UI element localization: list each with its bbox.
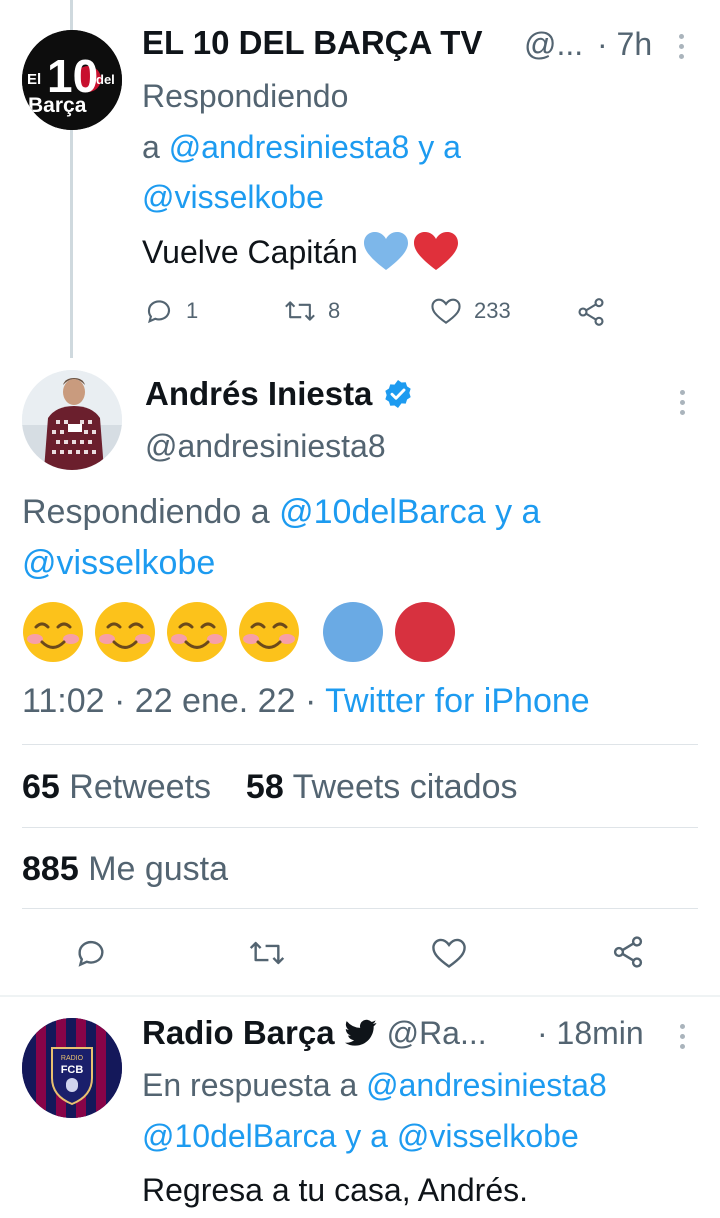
tweet2-retweet-button[interactable] [248,936,286,970]
tweet1-reply-prefix: Respondiendo [142,78,349,114]
mention-10delbarca[interactable]: @10delBarca [279,493,486,531]
heart-icon [431,298,461,324]
heart-icon [432,938,466,968]
divider [0,995,720,997]
tweet1-author-name[interactable]: EL 10 DEL BARÇA TV [142,24,482,62]
likes-stat[interactable]: 885 Me gusta [22,850,228,889]
tweet1-retweet-count: 8 [328,298,341,323]
tweet1-like-count: 233 [474,298,511,323]
red-circle-icon [395,602,455,662]
tweet3-reply-and: y a [345,1118,388,1154]
retweets-stat[interactable]: 65 Retweets [22,768,211,806]
tweet2-time: 11:02 [22,682,105,720]
tweet2-reply-and: y a [495,493,541,531]
tweet2-source-link[interactable]: Twitter for iPhone [325,682,590,720]
red-heart-icon [413,232,458,270]
tweet1-reply-and: y a [418,129,461,165]
tweet2-more-icon[interactable] [680,390,686,415]
tweet3-more-icon[interactable] [680,1024,686,1049]
quotes-stat[interactable]: 58 Tweets citados [246,768,518,806]
tweet1-reply-button[interactable]: 1 [144,296,198,326]
tweet2-emoji-row [22,601,456,663]
mention-visselkobe-2[interactable]: @visselkobe [22,544,215,583]
avatar-radiobarca[interactable]: RADIO FCB [22,1018,122,1118]
tweet3-handle[interactable]: @Ra... [387,1015,487,1052]
tweet2-share-button[interactable] [610,934,646,970]
svg-text:del: del [96,72,115,87]
tweet2-like-button[interactable] [430,936,468,970]
radio-barca-logo-icon: RADIO FCB [22,1018,122,1118]
mention-visselkobe-3[interactable]: @visselkobe [397,1118,579,1154]
tweet3-reply-prefix: En respuesta a [142,1067,358,1103]
tweet3-timestamp[interactable]: · 18min [537,1015,644,1052]
tweet1-reply-a: a [142,129,160,165]
tweet1-text-row: Vuelve Capitán [142,232,458,272]
blue-heart-icon [363,232,408,270]
tweet3-author-name[interactable]: Radio Barça [142,1014,335,1052]
svg-text:Barça: Barça [28,94,87,117]
tweet2-stats-line1: 65 Retweets 58 Tweets citados [22,768,517,807]
tweet2-handle[interactable]: @andresiniesta8 [145,428,386,465]
tweet2-reply-button[interactable] [74,936,108,970]
tweet3-reply-line1: En respuesta a @andresiniesta8 [142,1067,607,1104]
smiling-blush-face-icon [95,602,155,662]
smiling-blush-face-icon [239,602,299,662]
mention-andresiniesta8[interactable]: @andresiniesta8 [169,129,410,165]
share-icon [578,298,604,326]
tweet1-share-button[interactable] [575,296,607,328]
avatar-andresiniesta[interactable] [22,370,122,470]
retweet-icon [249,941,285,965]
tweet3-author-row: Radio Barça @Ra... [142,1014,487,1052]
tweet1-timestamp[interactable]: · 7h [597,26,652,63]
tweet2-reply-prefix: Respondiendo a [22,493,270,531]
divider [22,744,698,745]
svg-text:El: El [27,71,41,88]
tweet3-reply-line2: @10delBarca y a @visselkobe [142,1118,579,1155]
tweet3-text: Regresa a tu casa, Andrés. [142,1172,528,1208]
tweet1-like-button[interactable]: 233 [430,296,511,326]
mention-10delbarca-2[interactable]: @10delBarca [142,1118,336,1154]
smiling-blush-face-icon [23,602,83,662]
svg-text:FCB: FCB [61,1064,84,1076]
el10-logo-icon: El 10 del Barça [22,30,122,130]
tweet1-text: Vuelve Capitán [142,233,358,270]
tweet2-author-name[interactable]: Andrés Iniesta [145,375,372,413]
divider [22,908,698,909]
share-icon [613,936,643,968]
tweet2-meta-line: 11:02 · 22 ene. 22 · Twitter for iPhone [22,682,590,720]
reply-icon [78,940,104,967]
tweet1-more-icon[interactable] [679,34,685,59]
twitter-bird-icon [344,1019,377,1046]
tweet1-reply-count: 1 [186,298,199,323]
avatar-el10delbarca[interactable]: El 10 del Barça [22,30,122,130]
verified-badge-icon [385,380,412,408]
tweet2-date: 22 ene. 22 [134,682,296,720]
smiling-blush-face-icon [167,602,227,662]
reply-icon [147,300,171,324]
tweet1-retweet-button[interactable]: 8 [284,296,340,326]
blue-circle-icon [323,602,383,662]
tweet2-reply-line1: Respondiendo a @10delBarca y a [22,493,540,532]
svg-text:RADIO: RADIO [61,1055,84,1062]
retweet-icon [285,301,315,321]
tweet1-handle[interactable]: @... [524,26,583,63]
player-photo-icon [22,370,122,470]
tweet2-author-row: Andrés Iniesta [145,375,414,413]
tweet1-reply-line: a @andresiniesta8 y a [142,129,461,166]
mention-visselkobe[interactable]: @visselkobe [142,179,324,216]
divider [22,827,698,828]
mention-andresiniesta8-2[interactable]: @andresiniesta8 [366,1067,607,1103]
